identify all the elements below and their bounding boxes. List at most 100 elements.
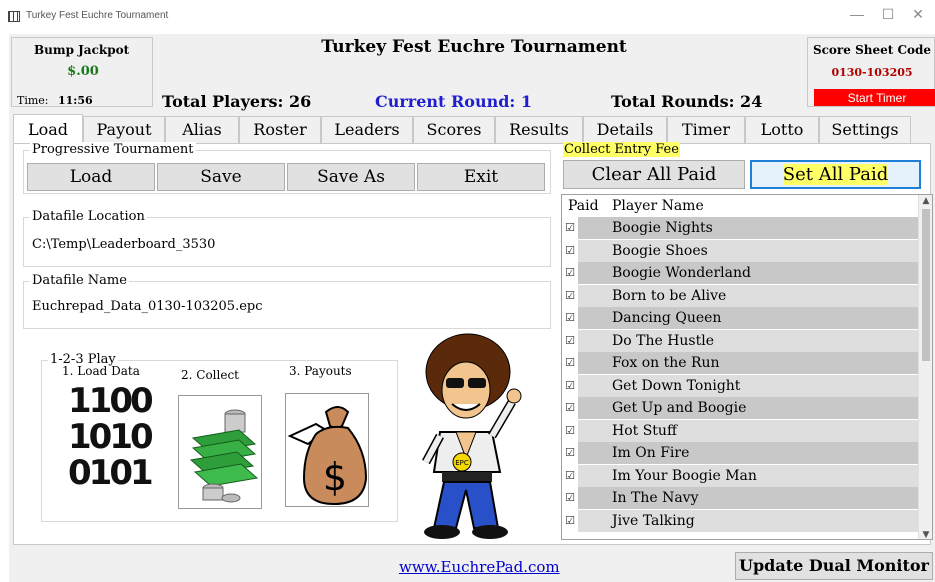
score-sheet-label: Score Sheet Code bbox=[812, 43, 932, 57]
start-timer-button[interactable]: Start Timer bbox=[814, 89, 935, 106]
paid-checkbox[interactable]: ☑ bbox=[562, 352, 578, 374]
row-spacer bbox=[578, 419, 606, 442]
tab-timer[interactable]: Timer bbox=[667, 116, 745, 143]
close-button[interactable]: ✕ bbox=[903, 6, 933, 23]
player-name[interactable]: Jive Talking bbox=[606, 509, 920, 532]
minimize-button[interactable]: — bbox=[842, 6, 872, 22]
paid-checkbox[interactable]: ☑ bbox=[562, 510, 578, 532]
collect-entry-fee-label: Collect Entry Fee bbox=[563, 142, 680, 157]
paid-checkbox[interactable]: ☑ bbox=[562, 397, 578, 419]
load-tab-panel: Progressive Tournament Load Save Save As… bbox=[13, 142, 933, 545]
player-name[interactable]: Im On Fire bbox=[606, 442, 920, 464]
player-row[interactable]: ☑ Boogie Shoes bbox=[562, 239, 920, 263]
tournament-title: Turkey Fest Euchre Tournament bbox=[321, 37, 627, 57]
svg-text:EPC: EPC bbox=[455, 459, 469, 467]
paid-checkbox[interactable]: ☑ bbox=[562, 330, 578, 352]
player-name[interactable]: Hot Stuff bbox=[606, 419, 920, 442]
player-row[interactable]: ☑ Boogie Wonderland bbox=[562, 262, 920, 285]
player-row[interactable]: ☑ Im Your Boogie Man bbox=[562, 464, 920, 488]
tab-details[interactable]: Details bbox=[583, 116, 667, 143]
save-as-button[interactable]: Save As bbox=[287, 163, 415, 191]
scroll-thumb[interactable] bbox=[922, 209, 930, 361]
window-title: Turkey Fest Euchre Tournament bbox=[26, 10, 169, 21]
player-row[interactable]: ☑ Born to be Alive bbox=[562, 284, 920, 308]
player-name[interactable]: In The Navy bbox=[606, 487, 920, 509]
player-row[interactable]: ☑ Get Down Tonight bbox=[562, 374, 920, 398]
player-name[interactable]: Boogie Nights bbox=[606, 217, 920, 239]
save-button[interactable]: Save bbox=[157, 163, 285, 191]
paid-checkbox[interactable]: ☑ bbox=[562, 217, 578, 239]
row-spacer bbox=[578, 509, 606, 532]
paid-checkbox[interactable]: ☑ bbox=[562, 262, 578, 284]
player-row[interactable]: ☑ Fox on the Run bbox=[562, 352, 920, 375]
player-row[interactable]: ☑ Get Up and Boogie bbox=[562, 397, 920, 420]
tab-roster[interactable]: Roster bbox=[239, 116, 321, 143]
player-row[interactable]: ☑ In The Navy bbox=[562, 487, 920, 510]
euchrepad-link[interactable]: www.EuchrePad.com bbox=[399, 558, 560, 576]
paid-checkbox[interactable]: ☑ bbox=[562, 375, 578, 397]
paid-checkbox[interactable]: ☑ bbox=[562, 307, 578, 329]
paid-checkbox[interactable]: ☑ bbox=[562, 487, 578, 509]
row-spacer bbox=[578, 307, 606, 329]
player-name[interactable]: Do The Hustle bbox=[606, 329, 920, 352]
score-sheet-code: 0130-103205 bbox=[831, 66, 913, 79]
row-spacer bbox=[578, 284, 606, 307]
tab-lotto[interactable]: Lotto bbox=[745, 116, 819, 143]
maximize-button[interactable]: ☐ bbox=[873, 6, 903, 23]
player-row[interactable]: ☑ Dancing Queen bbox=[562, 307, 920, 330]
paid-checkbox[interactable]: ☑ bbox=[562, 442, 578, 464]
player-name[interactable]: Born to be Alive bbox=[606, 284, 920, 307]
tab-leaders[interactable]: Leaders bbox=[321, 116, 413, 143]
row-spacer bbox=[578, 397, 606, 419]
player-name[interactable]: Boogie Wonderland bbox=[606, 262, 920, 284]
player-name[interactable]: Dancing Queen bbox=[606, 307, 920, 329]
player-row[interactable]: ☑ Hot Stuff bbox=[562, 419, 920, 443]
row-spacer bbox=[578, 329, 606, 352]
player-name-column-header[interactable]: Player Name bbox=[612, 198, 704, 214]
player-paid-grid[interactable]: Paid Player Name ☑ Boogie Nights ☑ Boogie S… bbox=[561, 194, 933, 540]
paid-checkbox[interactable]: ☑ bbox=[562, 285, 578, 307]
tab-scores[interactable]: Scores bbox=[413, 116, 495, 143]
tab-alias[interactable]: Alias bbox=[165, 116, 239, 143]
progressive-tournament-group: Progressive Tournament Load Save Save As… bbox=[23, 142, 551, 194]
score-sheet-panel: Score Sheet Code 0130-103205 Start Timer bbox=[807, 37, 935, 107]
grid-header: Paid Player Name bbox=[562, 195, 920, 217]
binary-text: 1100 1010 0101 bbox=[68, 381, 154, 493]
tab-payout[interactable]: Payout bbox=[83, 116, 165, 143]
player-row[interactable]: ☑ Boogie Nights bbox=[562, 217, 920, 240]
load-data-image[interactable]: 1100 1010 0101 bbox=[68, 381, 154, 499]
grid-scrollbar[interactable]: ▲ ▼ bbox=[918, 195, 932, 539]
tab-settings[interactable]: Settings bbox=[819, 116, 911, 143]
player-name[interactable]: Get Down Tonight bbox=[606, 374, 920, 397]
player-row[interactable]: ☑ Jive Talking bbox=[562, 509, 920, 533]
scroll-down-icon[interactable]: ▼ bbox=[919, 530, 932, 539]
scroll-up-icon[interactable]: ▲ bbox=[919, 196, 932, 206]
player-name[interactable]: Get Up and Boogie bbox=[606, 397, 920, 419]
current-round: Current Round: 1 bbox=[375, 92, 533, 111]
app-content: Bump Jackpot $.00 Time: 11:56 Turkey Fes… bbox=[9, 34, 935, 582]
step-payouts-label: 3. Payouts bbox=[289, 364, 352, 378]
player-name[interactable]: Boogie Shoes bbox=[606, 239, 920, 262]
time-value: 11:56 bbox=[58, 94, 93, 107]
paid-checkbox[interactable]: ☑ bbox=[562, 420, 578, 442]
datafile-name-group: Datafile Name Euchrepad_Data_0130-103205… bbox=[23, 273, 551, 329]
bump-jackpot-panel: Bump Jackpot $.00 Time: 11:56 bbox=[11, 37, 153, 107]
tab-load[interactable]: Load bbox=[13, 114, 83, 143]
exit-button[interactable]: Exit bbox=[417, 163, 545, 191]
set-all-paid-button[interactable]: Set All Paid bbox=[750, 160, 921, 189]
paid-column-header[interactable]: Paid bbox=[568, 198, 599, 214]
player-row[interactable]: ☑ Do The Hustle bbox=[562, 329, 920, 353]
payouts-moneybag-image[interactable]: $ bbox=[285, 393, 369, 507]
player-row[interactable]: ☑ Im On Fire bbox=[562, 442, 920, 465]
player-name[interactable]: Im Your Boogie Man bbox=[606, 464, 920, 487]
update-dual-monitor-button[interactable]: Update Dual Monitor bbox=[735, 552, 933, 580]
step-load-data-label: 1. Load Data bbox=[62, 364, 140, 378]
collect-money-image[interactable] bbox=[178, 395, 262, 509]
clear-all-paid-button[interactable]: Clear All Paid bbox=[563, 160, 745, 189]
player-name[interactable]: Fox on the Run bbox=[606, 352, 920, 374]
step-collect-label: 2. Collect bbox=[181, 368, 239, 382]
paid-checkbox[interactable]: ☑ bbox=[562, 240, 578, 262]
paid-checkbox[interactable]: ☑ bbox=[562, 465, 578, 487]
load-button[interactable]: Load bbox=[27, 163, 155, 191]
tab-results[interactable]: Results bbox=[495, 116, 583, 143]
